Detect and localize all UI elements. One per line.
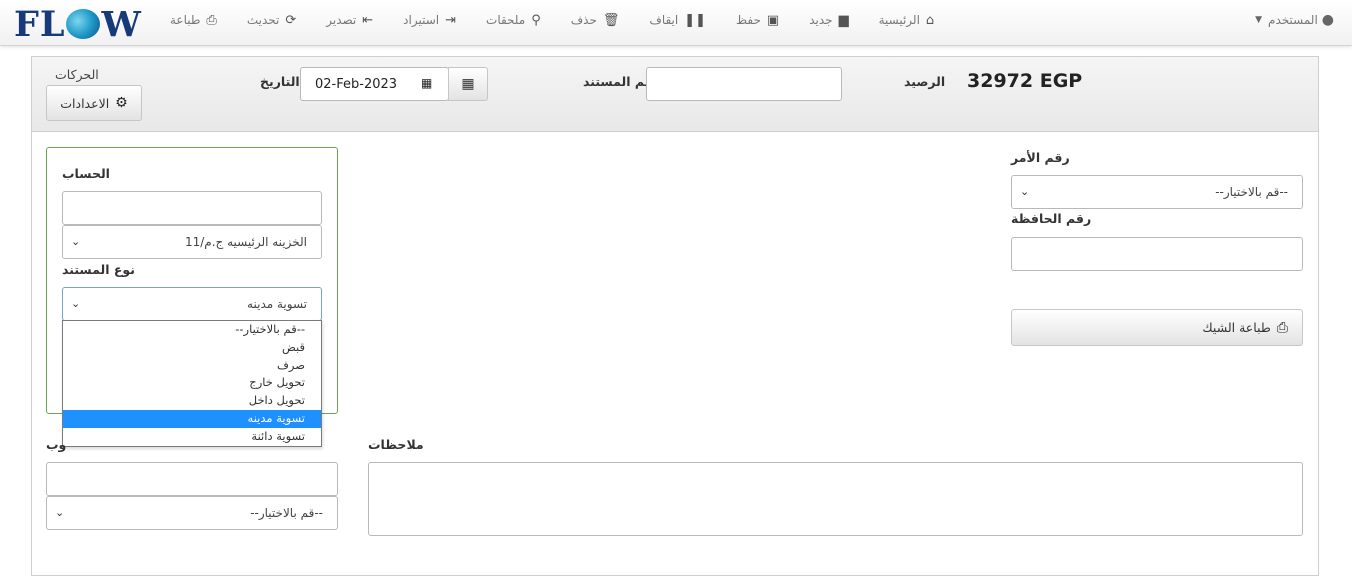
top-navbar: FL W ⌂ الرئيسية ▆ جديد ▣ حفظ ❚❚ ايقاف 🗑 ح… [0,0,1352,46]
doc-type-select[interactable]: تسوية مدينه ⌄ [62,287,322,321]
import-icon: ⇥ [445,12,457,28]
account-label: الحساب [62,166,110,181]
doc-type-option[interactable]: تسوية دائنة [63,428,321,446]
chevron-down-icon: ⌄ [71,235,81,248]
export-icon: ⇤ [362,12,374,28]
balance-value: 32972 EGP [967,70,1083,92]
paperclip-icon: ⚲ [531,12,541,28]
user-icon: ● [1321,12,1334,28]
date-input[interactable]: 02-Feb-2023 ▦ [300,67,449,101]
order-number-select[interactable]: --قم بالاختيار-- ⌄ [1011,175,1303,209]
doc-type-option[interactable]: تحويل خارج [63,374,321,392]
nav-import-button[interactable]: ⇥ استيراد [395,0,464,40]
notes-label: ملاحظات [368,437,424,452]
wallet-number-label: رقم الحافظة [1011,211,1092,226]
representative-select[interactable]: --قم بالاختيار-- ⌄ [46,496,338,530]
calendar-button[interactable]: ▦ [448,67,488,101]
print-icon: ⎙ [206,12,217,28]
settings-label: الاعدادات [60,95,110,111]
nav-print-label: طباعة [170,13,201,27]
representative-select-value: --قم بالاختيار-- [250,506,323,520]
nav-import-label: استيراد [403,13,440,27]
nav-home-label: الرئيسية [878,13,920,27]
calendar-icon: ▦ [461,76,475,92]
nav-attachments-label: ملحقات [486,13,526,27]
doc-type-selected-value: تسوية مدينه [247,297,307,311]
doc-type-option[interactable]: --قم بالاختيار-- [63,321,321,339]
print-check-button[interactable]: ⎙ طباعة الشيك [1011,309,1303,346]
nav-print-button[interactable]: ⎙ طباعة [162,0,225,40]
caret-down-icon: ▼ [1255,15,1263,25]
nav-save-button[interactable]: ▣ حفظ [728,0,787,40]
nav-pause-label: ايقاف [649,13,679,27]
date-label: التاريخ [260,74,300,89]
doc-type-option[interactable]: قبض [63,339,321,357]
account-search-input[interactable] [62,191,322,225]
flow-logo[interactable]: FL W [14,6,142,44]
home-icon: ⌂ [925,12,935,28]
movements-label: الحركات [55,67,99,82]
file-icon: ▆ [838,12,849,28]
doc-type-option-selected[interactable]: تسوية مدينه [63,409,321,428]
doc-number-input[interactable] [646,67,842,101]
order-number-value: --قم بالاختيار-- [1215,185,1288,199]
nav-export-button[interactable]: ⇤ تصدير [318,0,381,40]
account-select[interactable]: الخزينه الرئيسيه ج.م/11 ⌄ [62,225,322,259]
doc-type-option[interactable]: صرف [63,357,321,375]
nav-new-button[interactable]: ▆ جديد [801,0,856,40]
pause-icon: ❚❚ [684,12,707,28]
nav-refresh-label: تحديث [246,13,280,27]
trash-icon: 🗑 [602,12,620,28]
refresh-icon: ⟳ [285,12,297,28]
nav-pause-button[interactable]: ❚❚ ايقاف [641,0,714,40]
representative-input[interactable] [46,462,338,496]
order-number-label: رقم الأمر [1011,150,1070,165]
nav-refresh-button[interactable]: ⟳ تحديث [239,0,304,40]
toolbar: ⌂ الرئيسية ▆ جديد ▣ حفظ ❚❚ ايقاف 🗑 حذف ⚲… [155,0,949,40]
chevron-down-icon: ⌄ [1020,185,1030,198]
notes-textarea[interactable] [368,462,1303,536]
nav-export-label: تصدير [326,13,357,27]
account-select-value: الخزينه الرئيسيه ج.م/11 [184,235,307,249]
gear-icon: ⚙ [115,95,128,111]
doc-type-dropdown-list: --قم بالاختيار-- قبض صرف تحويل خارج تحوي… [62,320,322,447]
calendar-small-icon: ▦ [421,76,433,90]
nav-attachments-button[interactable]: ⚲ ملحقات [478,0,549,40]
printer-icon: ⎙ [1276,319,1288,336]
nav-save-label: حفظ [736,13,761,27]
user-menu[interactable]: ▼ المستخدم ● [1255,0,1334,40]
doc-type-label: نوع المستند [62,262,135,277]
settings-button[interactable]: ⚙ الاعدادات [46,85,142,121]
nav-delete-button[interactable]: 🗑 حذف [563,0,628,40]
logo-globe-icon [66,9,101,39]
doc-type-option[interactable]: تحويل داخل [63,392,321,410]
print-check-content: ⎙ طباعة الشيك [1202,320,1288,336]
nav-new-label: جديد [809,13,833,27]
nav-delete-label: حذف [570,13,597,27]
wallet-number-input[interactable] [1011,237,1303,271]
representative-label: وب [46,437,67,452]
chevron-down-icon: ⌄ [71,297,81,310]
save-icon: ▣ [766,12,780,28]
date-value: 02-Feb-2023 [315,76,398,92]
balance-label: الرصيد [904,74,946,89]
nav-home-button[interactable]: ⌂ الرئيسية [871,0,943,40]
user-label: المستخدم [1268,13,1318,27]
chevron-down-icon: ⌄ [55,506,65,519]
print-check-label: طباعة الشيك [1202,320,1271,335]
